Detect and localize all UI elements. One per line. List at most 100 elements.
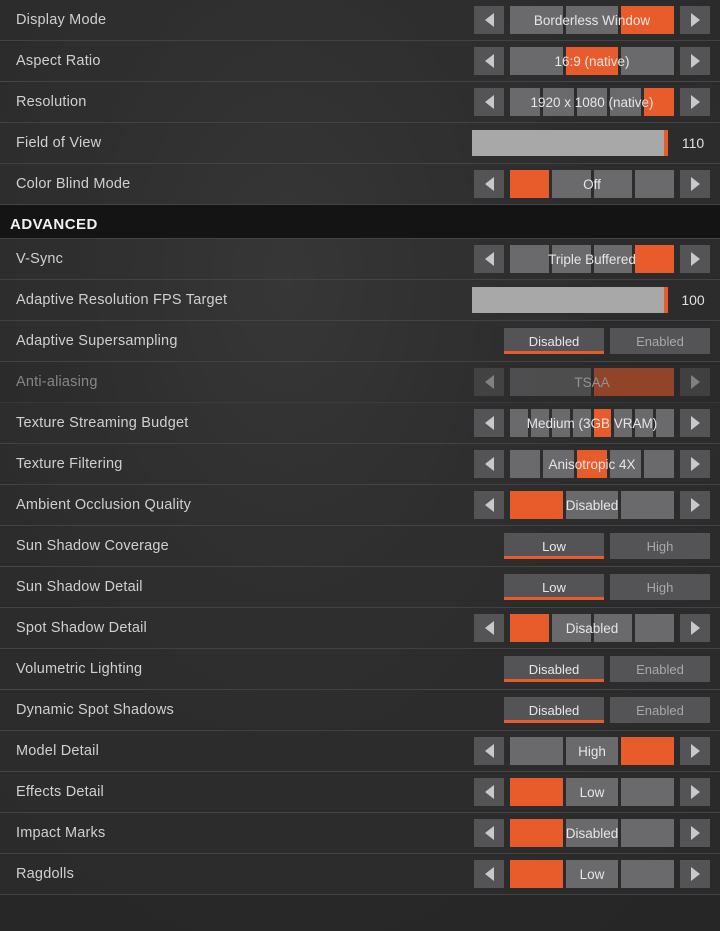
color-blind-mode-prev-button[interactable] — [474, 170, 504, 198]
model-detail-value-box[interactable]: High — [510, 737, 674, 765]
anti-aliasing-label: Anti-aliasing — [16, 374, 474, 390]
texture-streaming-value-box[interactable]: Medium (3GB VRAM) — [510, 409, 674, 437]
adaptive-res-fps-value: 100 — [676, 292, 710, 308]
aspect-ratio-value-box[interactable]: 16:9 (native) — [510, 47, 674, 75]
texture-filtering-value-box[interactable]: Anisotropic 4X — [510, 450, 674, 478]
impact-marks-value-box[interactable]: Disabled — [510, 819, 674, 847]
advanced-section-header: ADVANCED — [0, 205, 720, 239]
setting-row-aspect-ratio: Aspect Ratio16:9 (native) — [0, 41, 720, 82]
segment-indicator — [510, 819, 563, 847]
segment-indicator — [621, 819, 674, 847]
volumetric-lighting-option-disabled[interactable]: Disabled — [504, 656, 604, 682]
ambient-occlusion-next-button[interactable] — [680, 491, 710, 519]
segment-indicator — [510, 409, 528, 437]
adaptive-supersampling-option-enabled[interactable]: Enabled — [610, 328, 710, 354]
vsync-controls: Triple Buffered — [474, 245, 710, 273]
vsync-next-button[interactable] — [680, 245, 710, 273]
adaptive-res-fps-slider[interactable] — [472, 287, 668, 313]
model-detail-next-button[interactable] — [680, 737, 710, 765]
display-mode-label: Display Mode — [16, 12, 474, 28]
texture-filtering-next-button[interactable] — [680, 450, 710, 478]
display-mode-value-label: Borderless Window — [534, 13, 650, 28]
texture-streaming-next-button[interactable] — [680, 409, 710, 437]
adaptive-supersampling-option-disabled[interactable]: Disabled — [504, 328, 604, 354]
adaptive-res-fps-controls: 100 — [472, 287, 710, 313]
resolution-prev-button[interactable] — [474, 88, 504, 116]
display-mode-value-box[interactable]: Borderless Window — [510, 6, 674, 34]
color-blind-mode-value-label: Off — [583, 177, 601, 192]
ragdolls-prev-button[interactable] — [474, 860, 504, 888]
setting-row-dynamic-spot-shadows: Dynamic Spot ShadowsDisabledEnabled — [0, 690, 720, 731]
setting-row-field-of-view: Field of View110 — [0, 123, 720, 164]
impact-marks-next-button[interactable] — [680, 819, 710, 847]
segment-indicator — [510, 245, 549, 273]
setting-row-color-blind-mode: Color Blind Mode Off — [0, 164, 720, 205]
spot-shadow-detail-label: Spot Shadow Detail — [16, 620, 474, 636]
adaptive-res-fps-label: Adaptive Resolution FPS Target — [16, 292, 472, 308]
sun-shadow-coverage-option-high[interactable]: High — [610, 533, 710, 559]
aspect-ratio-prev-button[interactable] — [474, 47, 504, 75]
setting-row-adaptive-res-fps: Adaptive Resolution FPS Target 100 — [0, 280, 720, 321]
texture-filtering-value-label: Anisotropic 4X — [548, 457, 635, 472]
setting-row-texture-streaming: Texture Streaming BudgetMedium (3GB VRAM… — [0, 403, 720, 444]
adaptive-supersampling-controls: DisabledEnabled — [504, 328, 710, 354]
setting-row-resolution: Resolution 1920 x 1080 (native) — [0, 82, 720, 123]
field-of-view-controls: 110 — [472, 130, 710, 156]
model-detail-controls: High — [474, 737, 710, 765]
ragdolls-value-label: Low — [580, 867, 605, 882]
spot-shadow-detail-value-box[interactable]: Disabled — [510, 614, 674, 642]
ragdolls-controls: Low — [474, 860, 710, 888]
effects-detail-value-box[interactable]: Low — [510, 778, 674, 806]
ragdolls-next-button[interactable] — [680, 860, 710, 888]
resolution-controls: 1920 x 1080 (native) — [474, 88, 710, 116]
resolution-value-box[interactable]: 1920 x 1080 (native) — [510, 88, 674, 116]
volumetric-lighting-option-enabled[interactable]: Enabled — [610, 656, 710, 682]
anti-aliasing-prev-button[interactable] — [474, 368, 504, 396]
effects-detail-label: Effects Detail — [16, 784, 474, 800]
ragdolls-value-box[interactable]: Low — [510, 860, 674, 888]
vsync-value-label: Triple Buffered — [548, 252, 636, 267]
ambient-occlusion-value-box[interactable]: Disabled — [510, 491, 674, 519]
dynamic-spot-shadows-option-enabled[interactable]: Enabled — [610, 697, 710, 723]
sun-shadow-detail-option-low[interactable]: Low — [504, 574, 604, 600]
anti-aliasing-value-label: TSAA — [574, 375, 609, 390]
segment-indicator — [621, 860, 674, 888]
sun-shadow-detail-option-high[interactable]: High — [610, 574, 710, 600]
model-detail-prev-button[interactable] — [474, 737, 504, 765]
impact-marks-prev-button[interactable] — [474, 819, 504, 847]
anti-aliasing-next-button[interactable] — [680, 368, 710, 396]
sun-shadow-detail-label: Sun Shadow Detail — [16, 579, 504, 595]
texture-filtering-prev-button[interactable] — [474, 450, 504, 478]
vsync-prev-button[interactable] — [474, 245, 504, 273]
ambient-occlusion-prev-button[interactable] — [474, 491, 504, 519]
aspect-ratio-next-button[interactable] — [680, 47, 710, 75]
color-blind-mode-label: Color Blind Mode — [16, 176, 474, 192]
color-blind-mode-value-box[interactable]: Off — [510, 170, 674, 198]
display-mode-next-button[interactable] — [680, 6, 710, 34]
dynamic-spot-shadows-label: Dynamic Spot Shadows — [16, 702, 504, 718]
sun-shadow-detail-controls: LowHigh — [504, 574, 710, 600]
impact-marks-value-label: Disabled — [566, 826, 619, 841]
dynamic-spot-shadows-option-disabled[interactable]: Disabled — [504, 697, 604, 723]
segment-indicator — [621, 778, 674, 806]
spot-shadow-detail-next-button[interactable] — [680, 614, 710, 642]
vsync-value-box[interactable]: Triple Buffered — [510, 245, 674, 273]
sun-shadow-coverage-option-low[interactable]: Low — [504, 533, 604, 559]
anti-aliasing-value-box[interactable]: TSAA — [510, 368, 674, 396]
spot-shadow-detail-prev-button[interactable] — [474, 614, 504, 642]
aspect-ratio-controls: 16:9 (native) — [474, 47, 710, 75]
color-blind-mode-controls: Off — [474, 170, 710, 198]
display-mode-prev-button[interactable] — [474, 6, 504, 34]
effects-detail-next-button[interactable] — [680, 778, 710, 806]
aspect-ratio-value-label: 16:9 (native) — [554, 54, 629, 69]
resolution-next-button[interactable] — [680, 88, 710, 116]
effects-detail-prev-button[interactable] — [474, 778, 504, 806]
color-blind-mode-next-button[interactable] — [680, 170, 710, 198]
texture-streaming-prev-button[interactable] — [474, 409, 504, 437]
resolution-label: Resolution — [16, 94, 474, 110]
impact-marks-controls: Disabled — [474, 819, 710, 847]
field-of-view-slider[interactable] — [472, 130, 668, 156]
setting-row-impact-marks: Impact MarksDisabled — [0, 813, 720, 854]
segment-indicator — [621, 491, 674, 519]
sun-shadow-coverage-controls: LowHigh — [504, 533, 710, 559]
